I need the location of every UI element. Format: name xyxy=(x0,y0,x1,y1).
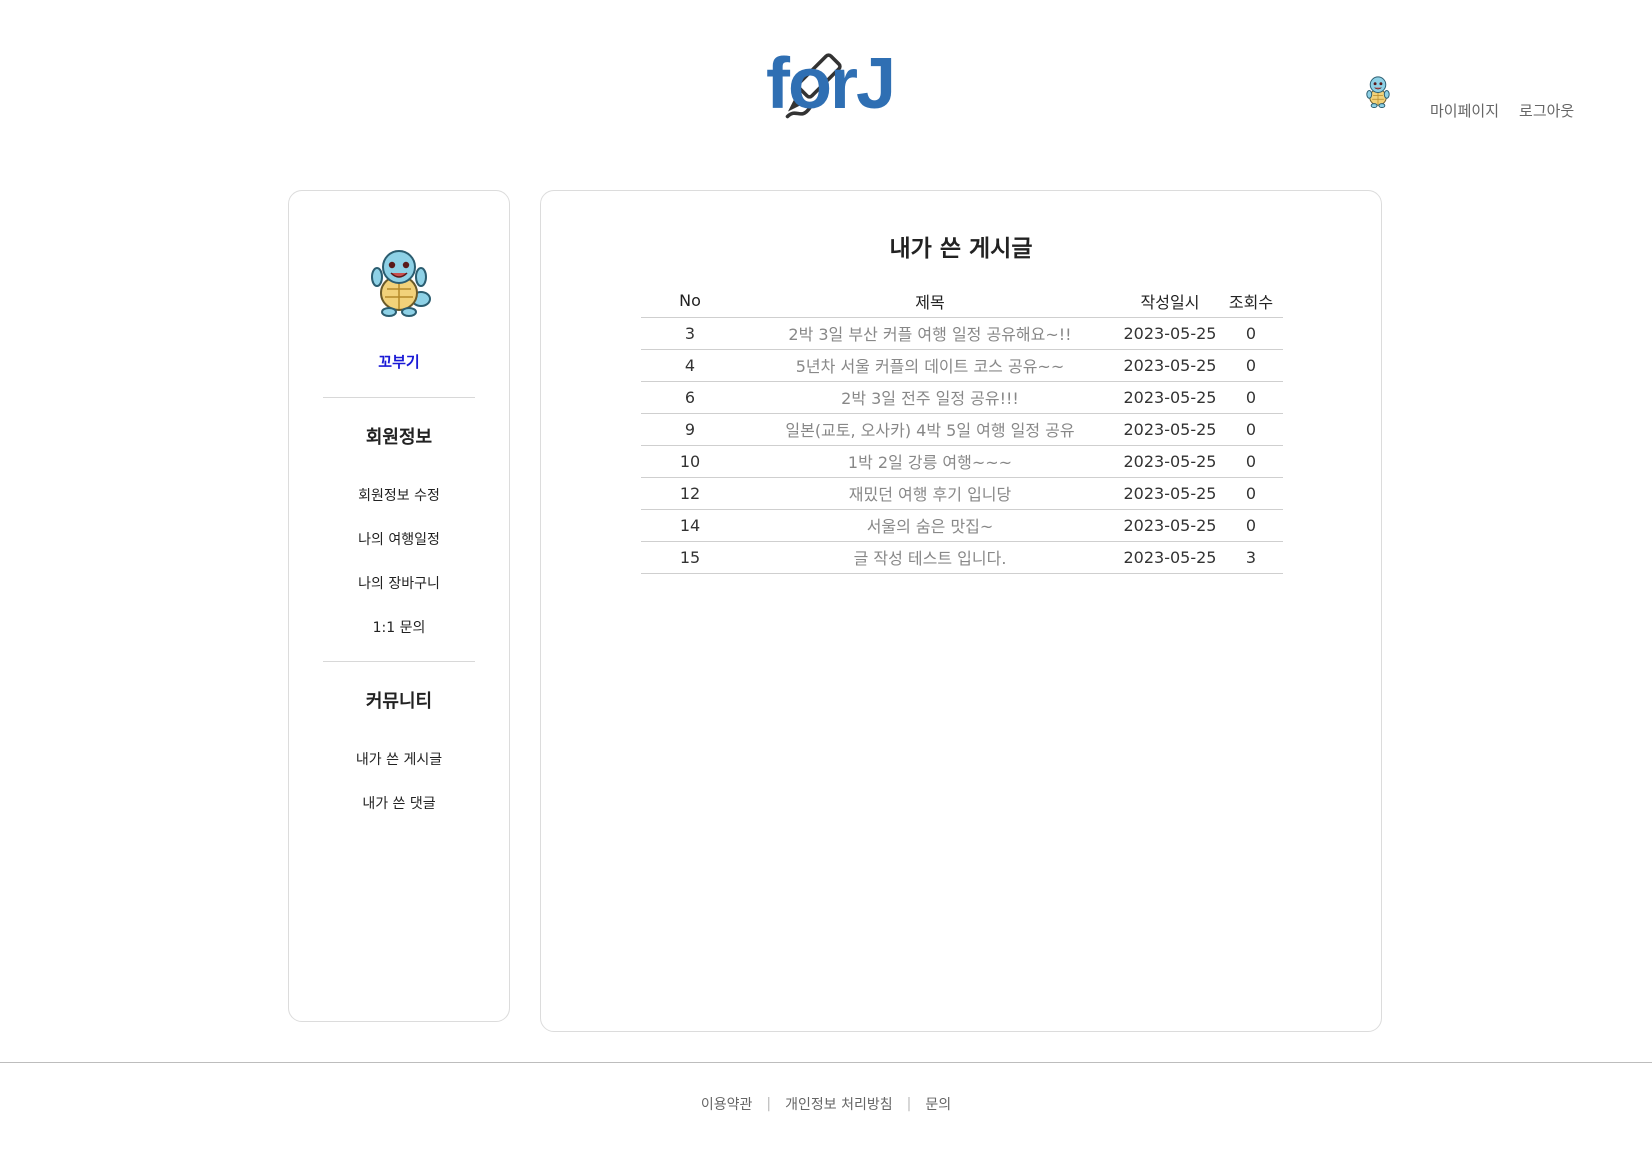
post-no: 4 xyxy=(641,349,739,382)
sidebar-divider xyxy=(323,397,475,398)
table-row[interactable]: 3 2박 3일 부산 커플 여행 일정 공유해요~!! 2023-05-25 0 xyxy=(641,317,1283,350)
post-no: 12 xyxy=(641,477,739,510)
table-row[interactable]: 14 서울의 숨은 맛집~ 2023-05-25 0 xyxy=(641,509,1283,542)
footer-divider xyxy=(0,1062,1652,1063)
post-no: 15 xyxy=(641,541,739,574)
post-views: 0 xyxy=(1219,445,1283,478)
post-no: 14 xyxy=(641,509,739,542)
post-title-link[interactable]: 5년차 서울 커플의 데이트 코스 공유~~ xyxy=(739,349,1121,382)
sidebar-item-inquiry[interactable]: 1:1 문의 xyxy=(289,617,509,637)
header-nav: 마이페이지 로그아웃 xyxy=(1430,100,1574,121)
footer-separator: | xyxy=(766,1096,772,1112)
column-header-no: No xyxy=(641,285,739,318)
post-title-link[interactable]: 2박 3일 전주 일정 공유!!! xyxy=(739,381,1121,414)
post-views: 0 xyxy=(1219,477,1283,510)
post-title-link[interactable]: 재밌던 여행 후기 입니당 xyxy=(739,477,1121,510)
post-views: 3 xyxy=(1219,541,1283,574)
table-row[interactable]: 10 1박 2일 강릉 여행~~~ 2023-05-25 0 xyxy=(641,445,1283,478)
sidebar-item-my-trips[interactable]: 나의 여행일정 xyxy=(289,529,509,549)
page-title: 내가 쓴 게시글 xyxy=(889,236,1033,262)
post-title-link[interactable]: 2박 3일 부산 커플 여행 일정 공유해요~!! xyxy=(739,317,1121,350)
post-views: 0 xyxy=(1219,413,1283,446)
post-title-link[interactable]: 1박 2일 강릉 여행~~~ xyxy=(739,445,1121,478)
table-row[interactable]: 9 일본(교토, 오사카) 4박 5일 여행 일정 공유 2023-05-25 … xyxy=(641,413,1283,446)
table-header-row: No 제목 작성일시 조회수 xyxy=(641,285,1283,318)
post-views: 0 xyxy=(1219,509,1283,542)
section-title-community: 커뮤니티 xyxy=(365,691,433,712)
table-row[interactable]: 12 재밌던 여행 후기 입니당 2023-05-25 0 xyxy=(641,477,1283,510)
post-title-link[interactable]: 글 작성 테스트 입니다. xyxy=(739,541,1121,574)
posts-table: No 제목 작성일시 조회수 3 2박 3일 부산 커플 여행 일정 공유해요~… xyxy=(641,285,1283,574)
logo-text: forJ xyxy=(766,44,896,124)
post-date: 2023-05-25 xyxy=(1121,381,1219,414)
section-title-member-info: 회원정보 xyxy=(365,427,433,448)
post-date: 2023-05-25 xyxy=(1121,541,1219,574)
terms-link[interactable]: 이용약관 xyxy=(701,1094,753,1114)
post-title-link[interactable]: 서울의 숨은 맛집~ xyxy=(739,509,1121,542)
footer-separator: | xyxy=(906,1096,912,1112)
post-views: 0 xyxy=(1219,381,1283,414)
mypage-sidebar: 꼬부기 회원정보 회원정보 수정 나의 여행일정 나의 장바구니 1:1 문의 … xyxy=(288,190,510,1022)
post-date: 2023-05-25 xyxy=(1121,413,1219,446)
post-no: 10 xyxy=(641,445,739,478)
mypage-link[interactable]: 마이페이지 xyxy=(1430,100,1499,121)
logout-link[interactable]: 로그아웃 xyxy=(1519,100,1574,121)
sidebar-item-edit-profile[interactable]: 회원정보 수정 xyxy=(289,485,509,505)
user-avatar[interactable] xyxy=(1362,74,1394,108)
post-date: 2023-05-25 xyxy=(1121,317,1219,350)
post-date: 2023-05-25 xyxy=(1121,445,1219,478)
sidebar-divider xyxy=(323,661,475,662)
post-views: 0 xyxy=(1219,317,1283,350)
post-no: 6 xyxy=(641,381,739,414)
table-row[interactable]: 6 2박 3일 전주 일정 공유!!! 2023-05-25 0 xyxy=(641,381,1283,414)
table-row[interactable]: 15 글 작성 테스트 입니다. 2023-05-25 3 xyxy=(641,541,1283,574)
column-header-views: 조회수 xyxy=(1219,285,1283,318)
user-nickname: 꼬부기 xyxy=(378,353,420,371)
sidebar-item-my-posts[interactable]: 내가 쓴 게시글 xyxy=(289,749,509,769)
profile-avatar xyxy=(371,250,431,317)
post-date: 2023-05-25 xyxy=(1121,477,1219,510)
post-no: 9 xyxy=(641,413,739,446)
post-title-link[interactable]: 일본(교토, 오사카) 4박 5일 여행 일정 공유 xyxy=(739,413,1121,446)
post-no: 3 xyxy=(641,317,739,350)
post-views: 0 xyxy=(1219,349,1283,382)
column-header-date: 작성일시 xyxy=(1121,285,1219,318)
contact-link[interactable]: 문의 xyxy=(925,1094,951,1114)
post-date: 2023-05-25 xyxy=(1121,509,1219,542)
site-logo[interactable]: forJ xyxy=(748,40,908,130)
sidebar-item-my-comments[interactable]: 내가 쓴 댓글 xyxy=(289,793,509,813)
table-row[interactable]: 4 5년차 서울 커플의 데이트 코스 공유~~ 2023-05-25 0 xyxy=(641,349,1283,382)
column-header-title: 제목 xyxy=(739,285,1121,318)
sidebar-item-my-cart[interactable]: 나의 장바구니 xyxy=(289,573,509,593)
privacy-policy-link[interactable]: 개인정보 처리방침 xyxy=(785,1094,893,1114)
post-date: 2023-05-25 xyxy=(1121,349,1219,382)
footer-nav: 이용약관 | 개인정보 처리방침 | 문의 xyxy=(0,1094,1652,1114)
my-posts-panel: 내가 쓴 게시글 No 제목 작성일시 조회수 3 2박 3일 부산 커플 여행… xyxy=(540,190,1382,1032)
